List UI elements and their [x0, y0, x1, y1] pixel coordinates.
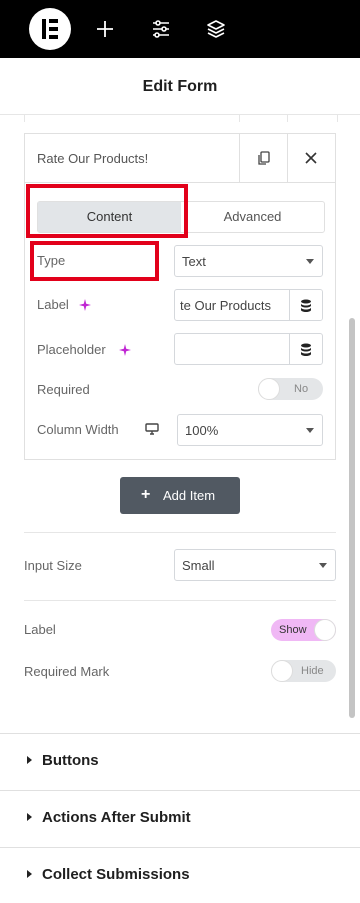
section-buttons[interactable]: Buttons: [0, 733, 360, 789]
previous-item-row: [24, 114, 338, 122]
highlight-box-type: [30, 241, 159, 281]
desktop-icon[interactable]: [145, 423, 159, 435]
input-size-select[interactable]: Small: [174, 549, 336, 581]
section-actions-after-submit[interactable]: Actions After Submit: [0, 790, 360, 846]
label-show-toggle[interactable]: Show: [271, 619, 336, 641]
dynamic-tags-button[interactable]: [289, 290, 322, 320]
page-title: Edit Form: [142, 78, 218, 95]
repeater-item-header[interactable]: Rate Our Products!: [25, 134, 335, 183]
layers-icon[interactable]: [204, 17, 228, 41]
chevron-down-icon: [319, 563, 327, 568]
placeholder-label: Placeholder: [37, 342, 106, 357]
remove-icon[interactable]: [303, 150, 319, 166]
required-toggle[interactable]: No: [258, 378, 323, 400]
label-input[interactable]: te Our Products: [174, 289, 323, 321]
duplicate-icon[interactable]: [256, 150, 272, 166]
column-width-select[interactable]: 100%: [177, 414, 323, 446]
label-field-label: Label: [37, 297, 69, 312]
caret-right-icon: [27, 870, 32, 878]
required-mark-toggle[interactable]: Hide: [271, 660, 336, 682]
divider: [24, 600, 336, 601]
plus-icon: +: [141, 486, 151, 503]
ai-sparkle-icon[interactable]: [119, 344, 131, 356]
database-icon: [301, 299, 311, 312]
caret-right-icon: [27, 756, 32, 764]
highlight-box-tabs: [26, 184, 188, 238]
divider: [24, 532, 336, 533]
ai-sparkle-icon[interactable]: [79, 299, 91, 311]
scrollbar[interactable]: [349, 318, 355, 718]
placeholder-input[interactable]: [174, 333, 323, 365]
panel-header: Edit Form: [0, 58, 360, 115]
settings-sliders-icon[interactable]: [149, 17, 173, 41]
top-toolbar: [0, 0, 360, 58]
add-item-button[interactable]: + Add Item: [120, 477, 240, 514]
label-toggle-label: Label: [24, 622, 56, 637]
type-select[interactable]: Text: [174, 245, 323, 277]
caret-right-icon: [27, 813, 32, 821]
dynamic-tags-button[interactable]: [289, 334, 322, 364]
repeater-item-title[interactable]: Rate Our Products!: [37, 151, 148, 166]
chevron-down-icon: [306, 259, 314, 264]
tab-advanced[interactable]: Advanced: [181, 202, 324, 232]
chevron-down-icon: [306, 428, 314, 433]
required-mark-label: Required Mark: [24, 664, 110, 679]
add-element-icon[interactable]: [93, 17, 117, 41]
database-icon: [301, 343, 311, 356]
elementor-logo-icon[interactable]: [29, 8, 71, 50]
required-label: Required: [37, 382, 90, 397]
column-width-label: Column Width: [37, 422, 119, 437]
input-size-label: Input Size: [24, 558, 82, 573]
section-collect-submissions[interactable]: Collect Submissions: [0, 847, 360, 903]
